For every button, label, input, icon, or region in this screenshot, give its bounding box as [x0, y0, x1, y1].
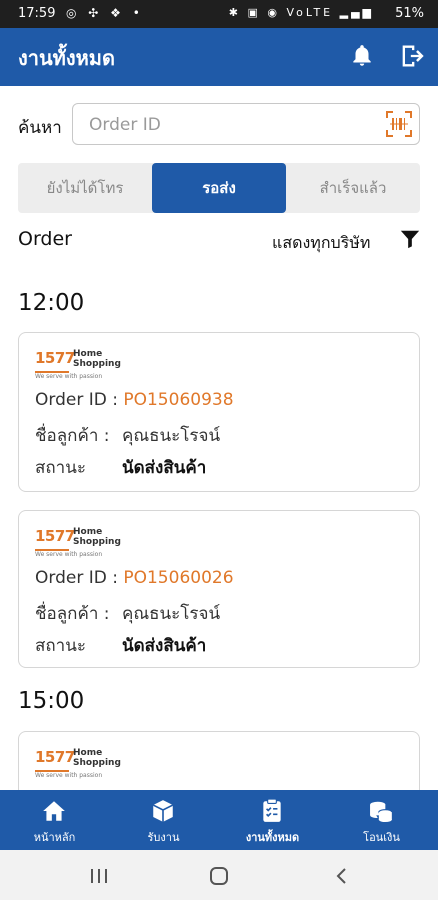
logout-icon[interactable]	[398, 42, 426, 70]
home-button-icon[interactable]	[207, 866, 231, 886]
customer-label: ชื่อลูกค้า :	[35, 604, 110, 624]
home-icon	[43, 801, 65, 821]
shop-logo: 1577 Home Shopping We serve with passion	[35, 748, 121, 779]
status-tabs: ยังไม่ได้โทร รอส่ง สำเร็จแล้ว	[18, 163, 420, 213]
page-title: งานทั้งหมด	[18, 46, 115, 70]
tab-waiting-delivery[interactable]: รอส่ง	[152, 163, 286, 213]
tab-not-called[interactable]: ยังไม่ได้โทร	[18, 163, 152, 213]
time-group-header: 15:00	[18, 688, 85, 714]
nav-transfer-money[interactable]: โอนเงิน	[327, 790, 436, 850]
volte-label: VoLTE	[286, 6, 334, 19]
order-id-label: Order ID :	[35, 568, 118, 588]
nav-label: งานทั้งหมด	[245, 831, 300, 844]
order-card[interactable]: 1577 Home Shopping We serve with passion …	[18, 510, 420, 668]
status-label: สถานะ	[35, 458, 86, 478]
status-value: นัดส่งสินค้า	[122, 636, 207, 656]
order-section-title: Order	[18, 228, 72, 250]
time-group-header: 12:00	[18, 290, 85, 316]
order-id-row: Order ID : PO15060026	[35, 568, 234, 588]
customer-row: ชื่อลูกค้า : คุณธนะโรจน์	[35, 422, 405, 449]
order-id-row: Order ID : PO15060938	[35, 390, 234, 410]
customer-row: ชื่อลูกค้า : คุณธนะโรจน์	[35, 600, 405, 627]
status-value: นัดส่งสินค้า	[122, 458, 207, 478]
bell-icon[interactable]	[349, 42, 375, 70]
search-label: ค้นหา	[18, 118, 62, 138]
nav-receive-jobs[interactable]: รับงาน	[109, 790, 218, 850]
notification-icons: ◎ ✣ ❖ •	[66, 6, 144, 20]
shop-logo: 1577 Home Shopping We serve with passion	[35, 527, 121, 558]
signal-icons: ✱ ▣ ◉ VoLTE ▂▄▆	[228, 6, 374, 19]
system-navigation-bar	[0, 850, 438, 900]
search-field	[72, 103, 420, 145]
tab-completed[interactable]: สำเร็จแล้ว	[286, 163, 420, 213]
status-row: สถานะ นัดส่งสินค้า	[35, 454, 405, 481]
coins-icon	[370, 801, 393, 823]
recent-apps-icon[interactable]	[87, 866, 111, 886]
status-time: 17:59	[18, 6, 56, 21]
bottom-navigation: หน้าหลัก รับงาน งานทั้งหมด โอนเงิน	[0, 790, 438, 850]
battery-level: 51%	[395, 6, 424, 21]
search-input[interactable]	[87, 112, 371, 138]
order-id-label: Order ID :	[35, 390, 118, 410]
status-label: สถานะ	[35, 636, 86, 656]
status-row: สถานะ นัดส่งสินค้า	[35, 632, 405, 659]
box-icon	[152, 800, 174, 822]
filter-icon[interactable]	[399, 228, 421, 250]
order-id-value: PO15060026	[123, 568, 234, 588]
nav-label: โอนเงิน	[363, 831, 400, 844]
shop-logo: 1577 Home Shopping We serve with passion	[35, 349, 121, 380]
nav-all-jobs[interactable]: งานทั้งหมด	[218, 790, 327, 850]
status-bar: 17:59 ◎ ✣ ❖ • ✱ ▣ ◉ VoLTE ▂▄▆ 51%	[0, 0, 438, 28]
barcode-scan-icon[interactable]	[385, 110, 413, 138]
nav-home[interactable]: หน้าหลัก	[0, 790, 109, 850]
order-id-value: PO15060938	[123, 390, 234, 410]
app-header: งานทั้งหมด	[0, 28, 438, 86]
order-card[interactable]: 1577 Home Shopping We serve with passion …	[18, 332, 420, 492]
back-icon[interactable]	[330, 866, 354, 886]
customer-label: ชื่อลูกค้า :	[35, 426, 110, 446]
customer-name: คุณธนะโรจน์	[122, 426, 221, 446]
customer-name: คุณธนะโรจน์	[122, 604, 221, 624]
clipboard-icon	[263, 798, 281, 822]
company-filter-label[interactable]: แสดงทุกบริษัท	[272, 231, 370, 256]
nav-label: หน้าหลัก	[33, 831, 76, 844]
nav-label: รับงาน	[147, 831, 180, 844]
